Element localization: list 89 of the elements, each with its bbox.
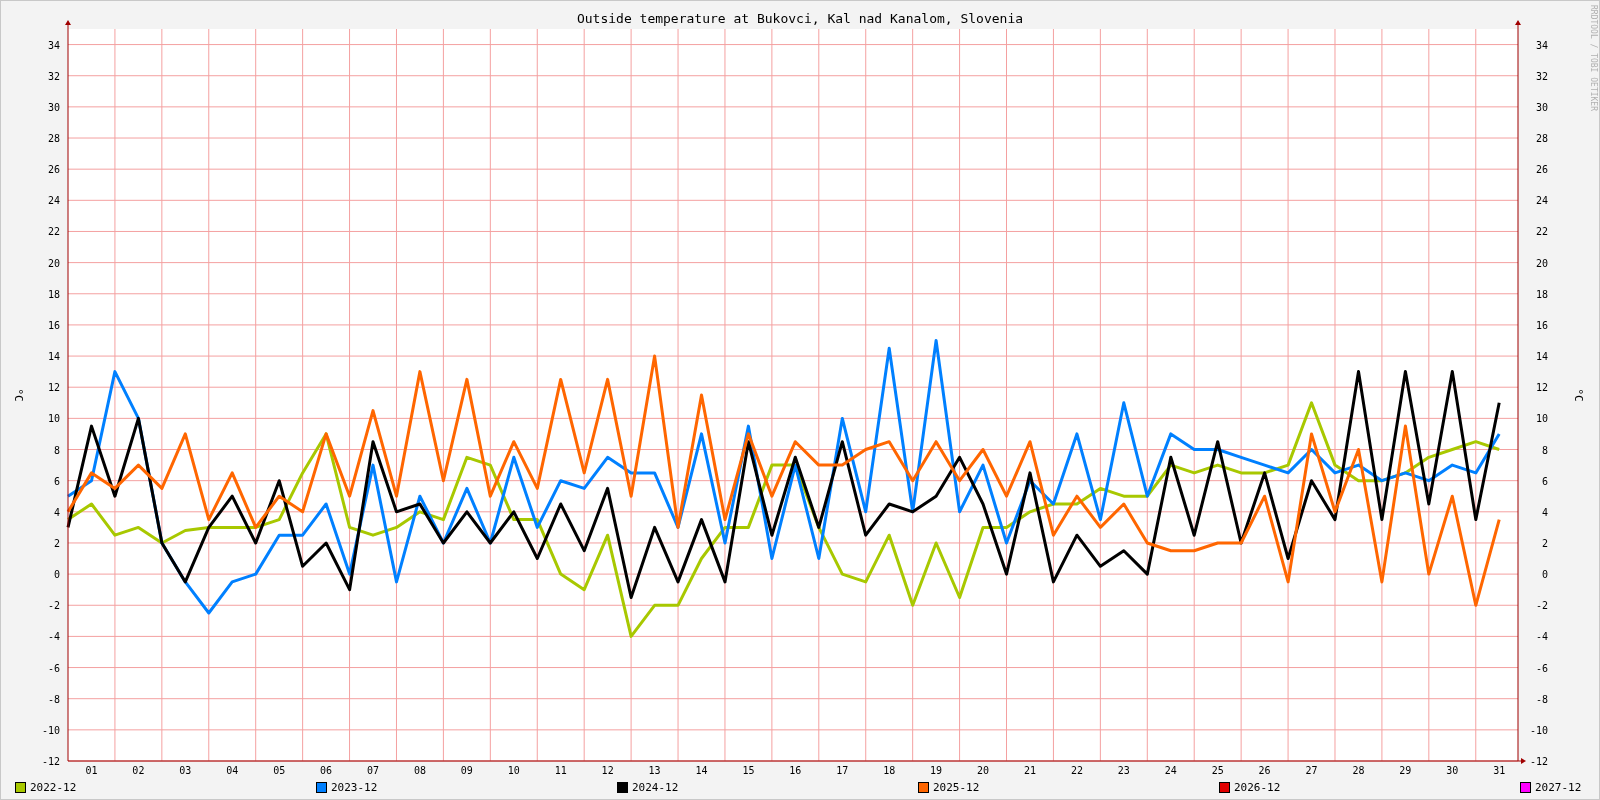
y-tick-label: 20 [1535,257,1548,269]
x-tick-label: 26 [1258,765,1271,776]
x-tick-label: 05 [273,765,286,776]
y-tick-label: 0 [1541,569,1548,581]
y-tick-label: 22 [1535,226,1548,238]
x-tick-label: 08 [413,765,426,776]
legend-label: 2023-12 [331,780,378,794]
y-tick-label: 14 [47,351,60,363]
y-tick-label: 6 [53,475,60,487]
legend-label: 2027-12 [1535,780,1582,794]
y-tick-label: 32 [1535,70,1548,82]
y-tick-label: 12 [47,382,60,394]
legend-label: 2025-12 [933,780,980,794]
x-tick-label: 06 [320,765,333,776]
y-tick-label: 34 [47,39,60,51]
y-tick-label: 28 [1535,133,1548,144]
y-tick-label: -12 [1529,756,1548,767]
x-tick-label: 29 [1399,765,1412,776]
y-tick-label: 2 [1541,537,1548,549]
y-tick-label: 20 [47,257,60,269]
x-tick-label: 19 [930,765,943,776]
y-tick-label: 24 [47,195,60,207]
y-tick-label: -12 [41,756,60,767]
y-tick-label: 18 [1535,288,1548,300]
y-tick-label: 18 [47,288,60,300]
y-tick-label: 30 [1535,101,1548,113]
x-tick-label: 04 [226,765,239,776]
x-tick-label: 07 [367,765,380,776]
y-tick-label: -4 [1535,631,1548,643]
x-tick-label: 03 [179,765,192,776]
y-axis-label: °C [1572,388,1585,402]
y-tick-label: 22 [47,226,60,238]
y-tick-label: 26 [47,164,60,176]
y-tick-label: 2 [53,537,60,549]
y-tick-label: 14 [1535,351,1548,363]
x-tick-label: 16 [789,765,802,776]
y-tick-label: 8 [53,444,60,456]
y-tick-label: -6 [47,662,60,674]
legend-label: 2024-12 [632,780,679,794]
x-tick-label: 27 [1305,765,1318,776]
x-tick-label: 23 [1117,765,1130,776]
x-tick-label: 12 [601,765,614,776]
y-tick-label: -4 [47,631,60,643]
x-tick-label: 30 [1446,765,1459,776]
y-tick-label: 4 [1541,506,1548,518]
x-tick-label: 21 [1023,765,1036,776]
credit-text: RRDTOOL / TOBI OETIKER [1589,5,1598,111]
y-tick-label: 28 [47,133,60,144]
x-tick-label: 17 [836,765,849,776]
x-tick-label: 31 [1493,765,1506,776]
x-tick-label: 09 [460,765,473,776]
x-tick-label: 28 [1352,765,1365,776]
y-tick-label: -2 [1535,600,1548,612]
y-tick-label: 30 [47,101,60,113]
x-tick-label: 24 [1164,765,1177,776]
x-tick-label: 15 [742,765,755,776]
x-tick-label: 25 [1211,765,1224,776]
y-tick-label: 32 [47,70,60,82]
x-tick-label: 13 [648,765,661,776]
y-axis-label: °C [12,388,25,402]
y-tick-label: 10 [1535,413,1548,425]
x-tick-label: 11 [554,765,567,776]
x-tick-label: 02 [132,765,145,776]
y-tick-label: 12 [1535,382,1548,394]
y-tick-label: -8 [1535,693,1548,705]
y-tick-label: -8 [47,693,60,705]
y-tick-label: 6 [1541,475,1548,487]
legend-label: 2026-12 [1234,780,1281,794]
y-tick-label: 26 [1535,164,1548,176]
y-tick-label: 0 [53,569,60,581]
y-tick-label: -2 [47,600,60,612]
y-tick-label: -6 [1535,662,1548,674]
y-tick-label: 4 [53,506,60,518]
y-tick-label: -10 [1529,724,1548,736]
y-tick-label: 16 [1535,319,1548,331]
x-tick-label: 18 [883,765,896,776]
x-tick-label: 14 [695,765,708,776]
y-tick-label: 8 [1541,444,1548,456]
chart-title: Outside temperature at Bukovci, Kal nad Kanalom, Slovenia [576,11,1024,26]
y-tick-label: 10 [47,413,60,425]
x-tick-label: 01 [85,765,98,776]
y-tick-label: -10 [41,724,60,736]
y-tick-label: 34 [1535,39,1548,51]
legend-label: 2022-12 [30,780,77,794]
x-tick-label: 22 [1070,765,1083,776]
y-tick-label: 16 [47,319,60,331]
y-tick-label: 24 [1535,195,1548,207]
x-tick-label: 20 [977,765,990,776]
x-tick-label: 10 [507,765,520,776]
